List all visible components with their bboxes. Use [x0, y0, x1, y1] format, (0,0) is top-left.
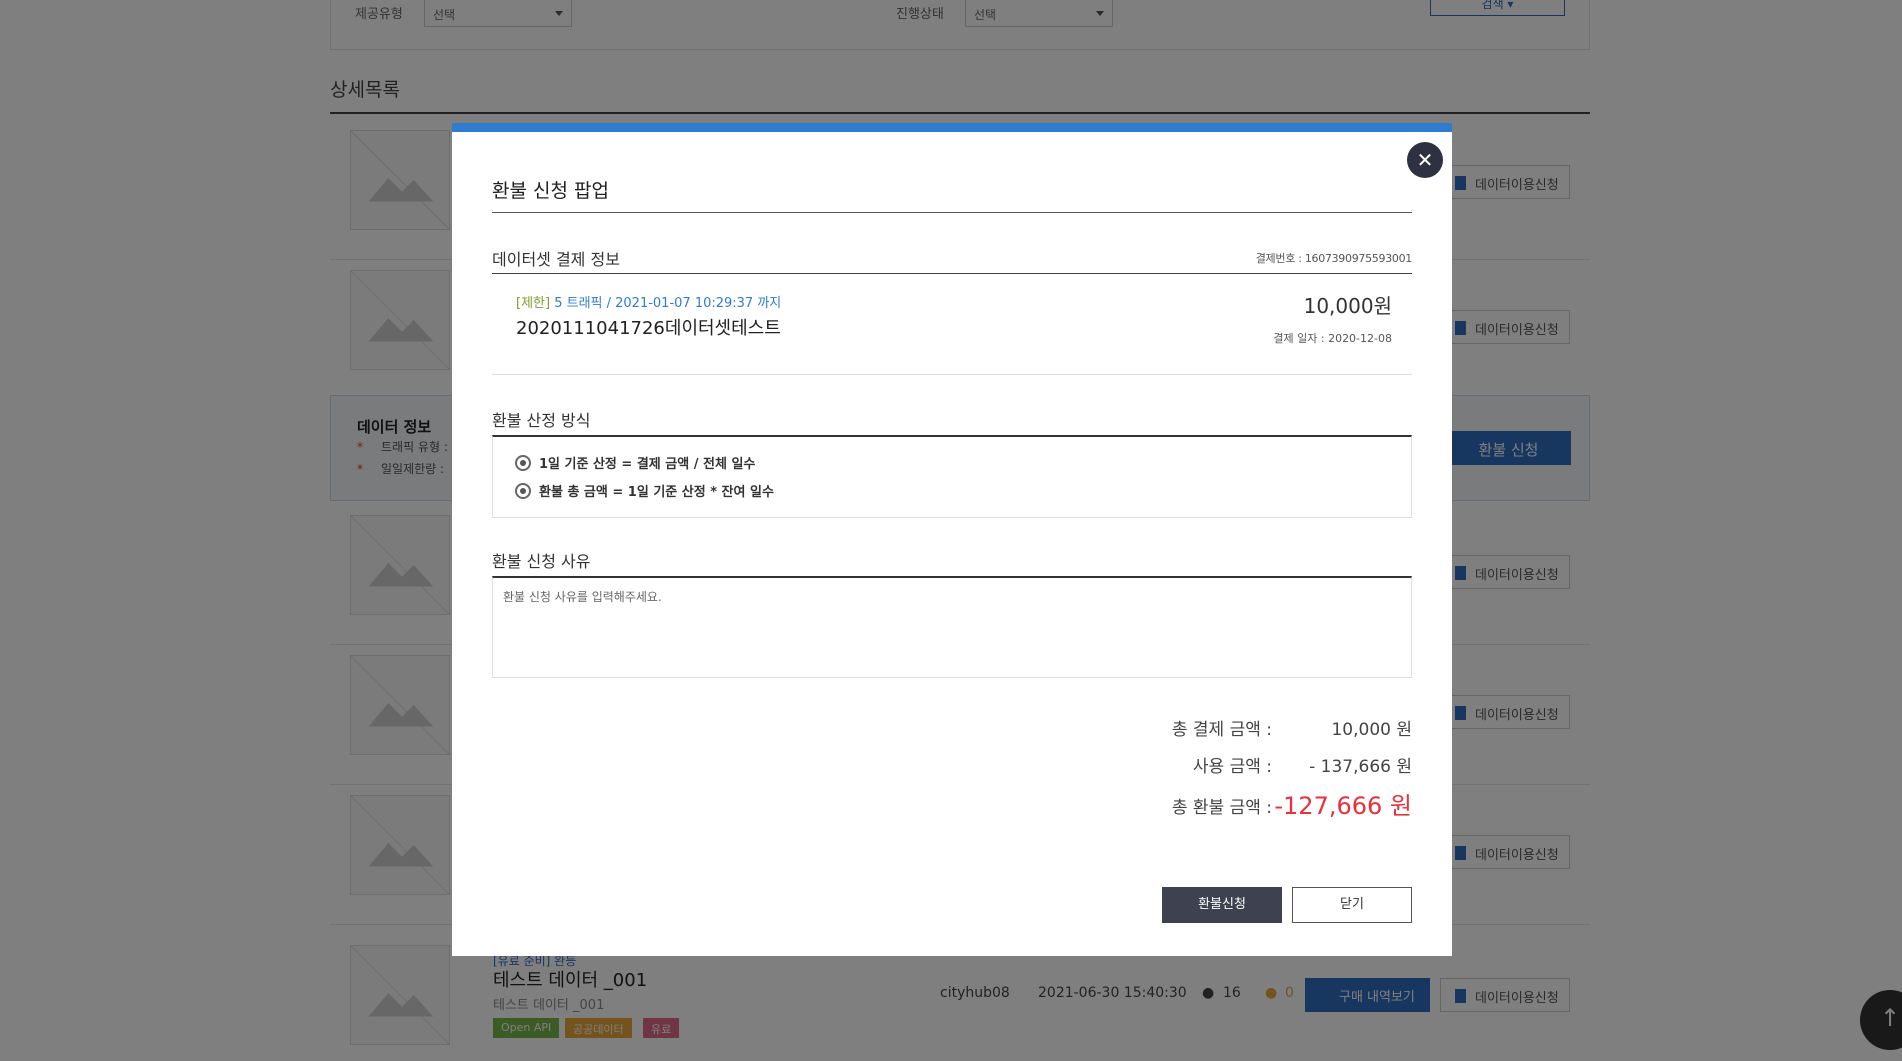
total-pay-value: 10,000 원	[1331, 720, 1412, 740]
method-daily-label: 1일 기준 산정 = 결제 금액 / 전체 일수	[539, 457, 756, 472]
radio-icon[interactable]	[515, 483, 531, 499]
payment-info-title: 데이터셋 결제 정보	[492, 250, 620, 269]
traffic-info-text: 5 트래픽 / 2021-01-07 10:29:37 까지	[550, 296, 782, 311]
radio-icon[interactable]	[515, 455, 531, 471]
refund-reason-box	[492, 576, 1412, 678]
total-pay-label: 총 결제 금액 :	[1171, 720, 1272, 740]
title-divider	[492, 212, 1412, 213]
method-total-label: 환불 총 금액 = 1일 기준 산정 * 잔여 일수	[539, 485, 774, 500]
refund-method-box: 1일 기준 산정 = 결제 금액 / 전체 일수 환불 총 금액 = 1일 기준…	[492, 435, 1412, 518]
payment-info-divider	[492, 273, 1412, 274]
refund-total-label: 총 환불 금액 :	[1171, 798, 1272, 818]
close-button[interactable]: 닫기	[1292, 887, 1412, 923]
used-amount-label: 사용 금액 :	[1192, 757, 1272, 777]
limit-tag: [제한]	[516, 296, 551, 311]
dataset-name: 2020111041726데이터셋테스트	[516, 318, 781, 339]
refund-total-value: -127,666 원	[1274, 792, 1412, 820]
dataset-price: 10,000원	[1303, 294, 1392, 318]
item-traffic-info: [제한] 5 트래픽 / 2021-01-07 10:29:37 까지	[516, 292, 781, 311]
refund-method-option[interactable]: 1일 기준 산정 = 결제 금액 / 전체 일수	[515, 453, 755, 472]
payment-number: 결제번호 : 1607390975593001	[1255, 252, 1413, 265]
refund-reason-title: 환불 신청 사유	[492, 552, 591, 571]
payment-date: 결제 일자 : 2020-12-08	[1273, 332, 1392, 345]
refund-method-option[interactable]: 환불 총 금액 = 1일 기준 산정 * 잔여 일수	[515, 481, 774, 500]
item-divider	[492, 374, 1412, 375]
refund-request-modal: ✕ 환불 신청 팝업 데이터셋 결제 정보 결제번호 : 16073909755…	[452, 123, 1452, 956]
modal-title: 환불 신청 팝업	[492, 180, 609, 202]
refund-reason-input[interactable]	[493, 578, 1411, 677]
close-icon[interactable]: ✕	[1407, 142, 1443, 178]
apply-refund-button[interactable]: 환불신청	[1162, 887, 1282, 923]
refund-method-title: 환불 산정 방식	[492, 411, 591, 430]
used-amount-value: - 137,666 원	[1309, 757, 1412, 777]
